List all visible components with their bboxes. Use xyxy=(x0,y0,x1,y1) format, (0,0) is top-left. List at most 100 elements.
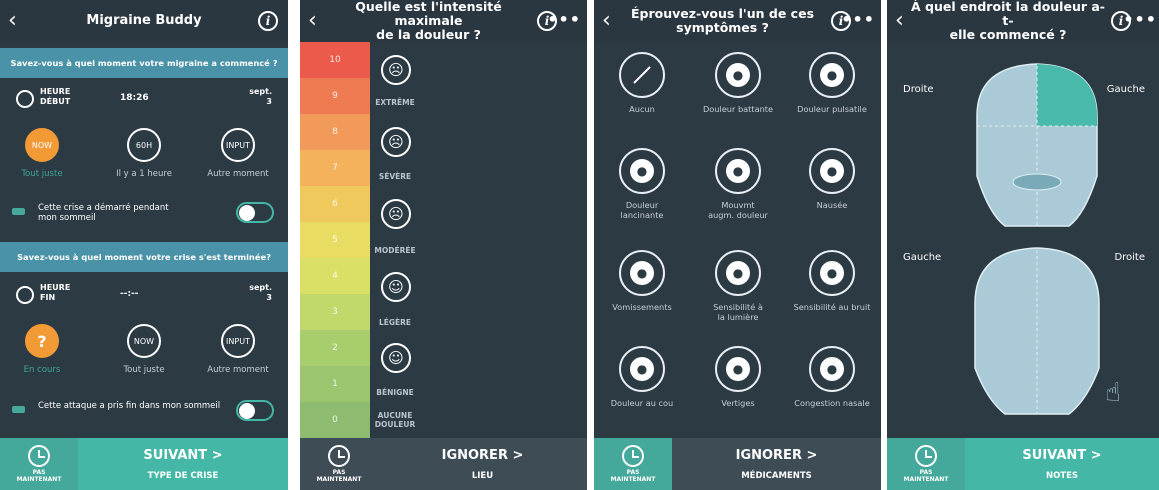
next-sublabel: TYPE DE CRISE xyxy=(147,470,219,481)
symptom-vomiting[interactable]: ● Vomissements xyxy=(594,250,690,312)
more-icon[interactable]: ••• xyxy=(1123,10,1157,29)
symptom-caption: Sensibilité au bruit xyxy=(793,302,871,312)
skip-button[interactable]: IGNORER > LIEU xyxy=(378,438,587,490)
next-label: SUIVANT > xyxy=(1022,447,1102,463)
front-left-label: Droite xyxy=(903,84,934,95)
face-benign-icon[interactable]: ☺ xyxy=(381,343,411,373)
stabbing-pain-icon: ● xyxy=(619,148,665,194)
face-severe-icon[interactable]: ☹ xyxy=(381,127,411,157)
neck-pain-icon: ● xyxy=(619,346,665,392)
end-date-value[interactable]: sept. 3 xyxy=(249,283,272,303)
symptom-caption: Douleur pulsatile xyxy=(797,104,867,114)
intensity-level-10[interactable]: 10 xyxy=(300,42,370,78)
skip-sublabel: MÉDICAMENTS xyxy=(741,470,812,481)
not-now-label: PAS MAINTENANT xyxy=(16,469,62,483)
bottom-bar: PAS MAINTENANT IGNORER > LIEU xyxy=(300,438,587,490)
intensity-level-6[interactable]: 6 xyxy=(300,186,370,222)
symptom-noise[interactable]: ● Sensibilité au bruit xyxy=(784,250,880,312)
tooth-icon[interactable]: ▮ xyxy=(1063,172,1089,198)
sleep-end-toggle[interactable] xyxy=(236,400,274,421)
intensity-level-4[interactable]: 4 xyxy=(300,258,370,294)
choice-caption: En cours xyxy=(23,365,61,375)
bed-icon xyxy=(12,208,25,215)
face-extreme-icon[interactable]: ☹ xyxy=(381,55,411,85)
intensity-level-8[interactable]: 8 xyxy=(300,114,370,150)
symptom-throbbing[interactable]: ● Douleur battante xyxy=(690,52,786,114)
not-now-button[interactable]: PAS MAINTENANT xyxy=(887,438,965,490)
intensity-level-9[interactable]: 9 xyxy=(300,78,370,114)
level-label: EXTRÊME xyxy=(375,98,415,107)
symptom-pulsating[interactable]: ● Douleur pulsatile xyxy=(784,52,880,114)
history-icon xyxy=(915,445,937,467)
choice-other-time-end[interactable]: INPUT Autre moment xyxy=(198,324,278,375)
face-moderate-icon[interactable]: ☹ xyxy=(381,199,411,229)
top-bar: ‹ Migraine Buddy i xyxy=(0,0,288,42)
skip-button[interactable]: IGNORER > MÉDICAMENTS xyxy=(672,438,881,490)
skip-label: IGNORER > xyxy=(441,447,524,463)
start-label: HEURE DÉBUT xyxy=(40,87,71,106)
symptom-caption: Sensibilité à la lumière xyxy=(713,302,763,322)
clock-now-icon: NOW xyxy=(127,324,161,358)
intensity-level-0[interactable]: 0 xyxy=(300,402,370,438)
end-time-row[interactable]: HEURE FIN --:-- sept. 3 xyxy=(0,276,288,316)
bottom-bar: PAS MAINTENANT SUIVANT > NOTES xyxy=(887,438,1159,490)
intensity-level-2[interactable]: 2 xyxy=(300,330,370,366)
clock-60h-icon: 60H xyxy=(127,128,161,162)
face-mild-icon[interactable]: ☺ xyxy=(381,272,411,302)
history-icon xyxy=(28,445,50,467)
sleep-start-toggle[interactable] xyxy=(236,202,274,223)
symptom-light[interactable]: ● Sensibilité à la lumière xyxy=(690,250,786,322)
start-time-value[interactable]: 18:26 xyxy=(120,93,149,103)
choice-just-now-end[interactable]: NOW Tout juste xyxy=(104,324,184,375)
start-date-value[interactable]: sept. 3 xyxy=(249,87,272,107)
more-icon[interactable]: ••• xyxy=(841,10,875,29)
symptom-caption: Nausée xyxy=(816,200,848,210)
back-icon[interactable]: ‹ xyxy=(8,8,28,34)
choice-ongoing[interactable]: ? En cours xyxy=(2,324,82,375)
intensity-level-5[interactable]: 5 xyxy=(300,222,370,258)
more-icon[interactable]: ••• xyxy=(547,10,581,29)
next-button[interactable]: SUIVANT > NOTES xyxy=(965,438,1159,490)
intensity-level-1[interactable]: 1 xyxy=(300,366,370,402)
symptom-movement[interactable]: ● Mouvmt augm. douleur xyxy=(690,148,786,220)
screen-title: À quel endroit la douleur a-t- elle comm… xyxy=(911,0,1105,42)
not-now-button[interactable]: PAS MAINTENANT xyxy=(594,438,672,490)
none-icon xyxy=(619,52,665,98)
question-start: Savez-vous à quel moment votre migraine … xyxy=(0,48,288,78)
info-icon[interactable]: i xyxy=(258,11,278,31)
symptom-stabbing[interactable]: ● Douleur lancinante xyxy=(594,148,690,220)
end-time-value[interactable]: --:-- xyxy=(120,289,139,299)
screen-title: Éprouvez-vous l'un de ces symptômes ? xyxy=(630,6,815,35)
symptom-caption: Vomissements xyxy=(612,302,672,312)
next-button[interactable]: SUIVANT > TYPE DE CRISE xyxy=(78,438,288,490)
rotate-hand-icon[interactable]: ☝ xyxy=(1105,378,1141,414)
clock-input-icon: INPUT xyxy=(221,128,255,162)
symptom-neck[interactable]: ● Douleur au cou xyxy=(594,346,690,408)
start-time-row[interactable]: HEURE DÉBUT 18:26 sept. 3 xyxy=(0,80,288,120)
not-now-button[interactable]: PAS MAINTENANT xyxy=(0,438,78,490)
intensity-level-3[interactable]: 3 xyxy=(300,294,370,330)
intensity-level-7[interactable]: 7 xyxy=(300,150,370,186)
not-now-label: PAS MAINTENANT xyxy=(316,469,362,483)
screen-pain-location: ‹ À quel endroit la douleur a-t- elle co… xyxy=(887,0,1159,490)
sleep-start-label: Cette crise a démarré pendant mon sommei… xyxy=(38,203,169,223)
symptom-dizziness[interactable]: ● Vertiges xyxy=(690,346,786,408)
head-zone-selected[interactable] xyxy=(1037,64,1097,126)
choice-one-hour-ago[interactable]: 60H Il y a 1 heure xyxy=(104,128,184,179)
symptom-nasal[interactable]: ● Congestion nasale xyxy=(784,346,880,408)
screen-title: Quelle est l'intensité maximale de la do… xyxy=(355,0,502,42)
top-bar: ‹ Quelle est l'intensité maximale de la … xyxy=(300,0,587,42)
head-front-diagram xyxy=(976,63,1098,227)
level-label: AUCUNE DOULEUR xyxy=(374,411,416,429)
not-now-button[interactable]: PAS MAINTENANT xyxy=(300,438,378,490)
choice-just-now-start[interactable]: NOW Tout juste xyxy=(2,128,82,179)
top-bar: ‹ Éprouvez-vous l'un de ces symptômes ? … xyxy=(594,0,881,42)
history-icon xyxy=(622,445,644,467)
symptom-none[interactable]: Aucun xyxy=(594,52,690,114)
vomiting-icon: ● xyxy=(619,250,665,296)
level-label: MODÉRÉE xyxy=(374,246,416,255)
choice-caption: Tout juste xyxy=(123,365,165,375)
dizziness-icon: ● xyxy=(715,346,761,392)
choice-other-time-start[interactable]: INPUT Autre moment xyxy=(198,128,278,179)
symptom-nausea[interactable]: ● Nausée xyxy=(784,148,880,210)
